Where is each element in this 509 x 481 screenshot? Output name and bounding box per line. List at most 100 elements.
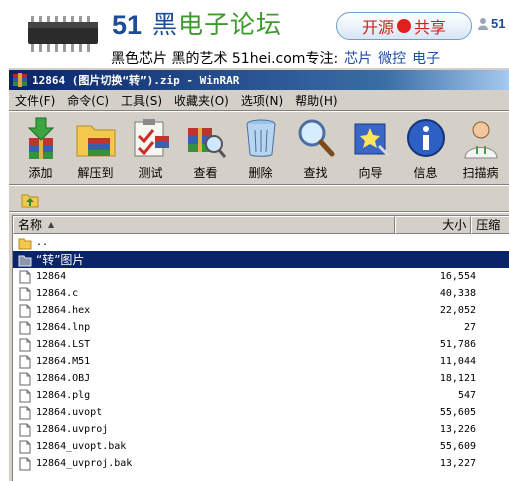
recycle-bin-icon	[246, 119, 275, 157]
sort-ascending-icon: ▲	[48, 220, 55, 229]
file-icon	[19, 355, 31, 368]
menu-options[interactable]: 选项(N)	[235, 92, 289, 109]
column-name-label: 名称	[18, 218, 43, 232]
view-books-icon	[187, 128, 226, 158]
file-icon	[19, 270, 31, 283]
file-name: “转”图片	[36, 253, 85, 267]
file-size: 13,226	[439, 424, 476, 435]
file-icon	[19, 423, 31, 436]
add-button[interactable]: 添加	[13, 113, 68, 183]
file-row[interactable]: 12864.uvproj 13,226	[13, 421, 509, 438]
file-row[interactable]: 12864.LST 51,786	[13, 336, 509, 353]
file-name: 12864.uvproj	[36, 424, 109, 435]
site-name[interactable]: 黑电子论坛	[152, 8, 282, 42]
file-size: 55,609	[439, 441, 476, 452]
wizard-button-label: 向导	[358, 166, 383, 180]
file-icon	[19, 457, 31, 470]
file-size: 51,786	[439, 339, 476, 350]
menu-tools[interactable]: 工具(S)	[115, 92, 168, 109]
test-clipboard-icon	[134, 119, 169, 157]
winrar-window: 12864 (图片切换“转”).zip - WinRAR 文件(F) 命令(C)…	[8, 68, 509, 481]
delete-button[interactable]: 删除	[233, 113, 288, 183]
file-size: 40,338	[439, 288, 476, 299]
extract-folder-icon	[76, 125, 115, 157]
scan-virus-button[interactable]: 扫描病	[453, 113, 508, 183]
toolbar: 添加 解压到 测试 查看 删除 查找 向导 信息 扫描病	[13, 113, 509, 183]
column-name-header[interactable]: 名称 ▲	[13, 216, 395, 234]
column-packed-header[interactable]: 压缩	[471, 216, 509, 234]
tagline: 黑色芯片 黑的艺术 51hei.com专注: 芯片 微控 电子	[111, 48, 440, 68]
file-row[interactable]: 12864.plg 547	[13, 387, 509, 404]
file-name: 12864	[36, 271, 67, 282]
file-row[interactable]: 12864 16,554	[13, 268, 509, 285]
magnifier-icon	[298, 119, 334, 157]
file-row[interactable]: 12864_uvopt.bak 55,609	[13, 438, 509, 455]
file-size: 27	[463, 322, 476, 333]
title-bar[interactable]: 12864 (图片切换“转”).zip - WinRAR	[9, 70, 509, 90]
up-folder-icon[interactable]	[21, 190, 39, 208]
file-name: 12864.LST	[36, 339, 91, 350]
file-row[interactable]: 12864.M51 11,044	[13, 353, 509, 370]
user-text: 51	[491, 16, 506, 31]
file-name: 12864.c	[36, 288, 79, 299]
file-size: 22,052	[439, 305, 476, 316]
pill-right-label: 共享	[414, 18, 447, 37]
file-row[interactable]: 12864.OBJ 18,121	[13, 370, 509, 387]
file-icon	[19, 406, 31, 419]
info-button-label: 信息	[413, 166, 438, 180]
menu-commands[interactable]: 命令(C)	[61, 92, 115, 109]
file-size: 547	[457, 390, 476, 401]
menu-file[interactable]: 文件(F)	[9, 92, 61, 109]
site-name-black: 黑	[152, 10, 179, 39]
tagline-link-chip[interactable]: 芯片	[344, 51, 372, 67]
wizard-icon	[354, 123, 390, 158]
file-row[interactable]: 12864.c 40,338	[13, 285, 509, 302]
extract-to-button[interactable]: 解压到	[68, 113, 123, 183]
wizard-button[interactable]: 向导	[343, 113, 398, 183]
path-bar	[9, 187, 509, 211]
parent-folder-row[interactable]: ..	[13, 234, 509, 251]
file-row[interactable]: 12864.hex 22,052	[13, 302, 509, 319]
menu-help[interactable]: 帮助(H)	[289, 92, 343, 109]
file-size: 18,121	[439, 373, 476, 384]
file-row[interactable]: 12864.lnp 27	[13, 319, 509, 336]
chip-logo-icon	[28, 16, 98, 52]
file-name: ..	[36, 237, 49, 248]
extract-to-button-label: 解压到	[77, 166, 114, 180]
winrar-app-icon	[13, 73, 27, 87]
file-name: 12864.M51	[36, 356, 91, 367]
path-separator	[9, 211, 509, 213]
menu-favorites[interactable]: 收藏夹(O)	[168, 92, 235, 109]
add-button-label: 添加	[28, 166, 53, 180]
test-button-label: 测试	[138, 166, 163, 180]
file-name: 12864.lnp	[36, 322, 91, 333]
file-icon	[19, 321, 31, 334]
file-name: 12864_uvopt.bak	[36, 441, 127, 452]
doctor-scan-icon	[463, 121, 498, 159]
pill-left-label: 开源	[361, 18, 394, 37]
test-button[interactable]: 测试	[123, 113, 178, 183]
tagline-link-mcu[interactable]: 微控	[378, 51, 406, 67]
file-icon	[19, 338, 31, 351]
file-row[interactable]: 12864.uvopt 55,605	[13, 404, 509, 421]
folder-row[interactable]: “转”图片	[13, 251, 509, 268]
file-icon	[19, 304, 31, 317]
view-button-label: 查看	[193, 166, 218, 180]
delete-button-label: 删除	[248, 166, 273, 180]
folder-icon	[18, 238, 32, 249]
user-link[interactable]: 51	[478, 16, 505, 31]
column-size-header[interactable]: 大小	[394, 216, 472, 234]
file-name: 12864.plg	[36, 390, 91, 401]
tagline-link-electronics[interactable]: 电子	[412, 51, 440, 67]
add-archive-icon	[27, 117, 54, 159]
file-size: 16,554	[439, 271, 476, 282]
red-dot-icon	[397, 19, 411, 33]
window-title: 12864 (图片切换“转”).zip - WinRAR	[32, 74, 240, 87]
view-button[interactable]: 查看	[178, 113, 233, 183]
find-button-label: 查找	[303, 166, 328, 180]
file-row[interactable]: 12864_uvproj.bak 13,227	[13, 455, 509, 472]
info-button[interactable]: 信息	[398, 113, 453, 183]
file-size: 11,044	[439, 356, 476, 367]
find-button[interactable]: 查找	[288, 113, 343, 183]
open-source-pill[interactable]: 开源 共享	[336, 12, 472, 40]
